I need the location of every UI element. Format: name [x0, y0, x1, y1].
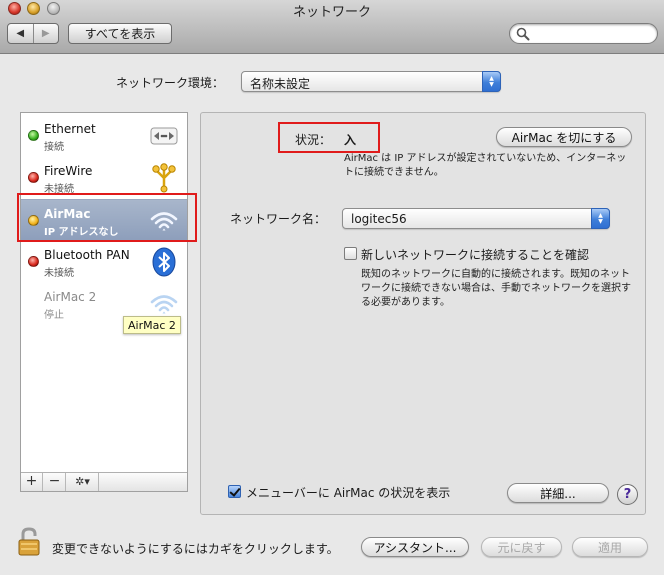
service-name: Bluetooth PAN: [44, 248, 130, 262]
firewire-icon: [152, 163, 176, 193]
airmac-highlight-box: [17, 193, 197, 242]
location-label: ネットワーク環境：: [116, 76, 225, 90]
forward-button[interactable]: ▶: [32, 24, 59, 43]
popup-arrows-icon: ▲ ▼: [591, 208, 610, 229]
status-dot-red-icon: [28, 172, 39, 183]
network-preferences-window: ネットワーク ◀ ▶ すべてを表示 ネットワーク環境： 名称未設定 ▲ ▼ Eth…: [0, 0, 664, 575]
revert-button[interactable]: 元に戻す: [481, 537, 562, 557]
network-name-popup[interactable]: logitec56 ▲ ▼: [342, 208, 610, 229]
lock-icon[interactable]: [17, 527, 41, 557]
service-name: FireWire: [44, 164, 93, 178]
search-input[interactable]: [509, 23, 658, 44]
show-all-button[interactable]: すべてを表示: [68, 23, 172, 44]
back-button[interactable]: ◀: [8, 24, 33, 43]
tooltip: AirMac 2: [123, 316, 181, 334]
back-forward-control: ◀ ▶: [7, 23, 59, 44]
service-list-controls: + − ✲▾: [21, 472, 187, 491]
status-description: AirMac は IP アドレスが設定されていないため、インターネットに接続でき…: [344, 153, 627, 178]
service-status: 未接続: [44, 268, 74, 279]
popup-arrows-icon: ▲ ▼: [482, 71, 501, 92]
service-status: 接続: [44, 142, 64, 153]
network-name-label: ネットワーク名：: [230, 212, 327, 226]
help-button[interactable]: ?: [617, 484, 638, 505]
service-status: 停止: [44, 310, 64, 321]
status-value: 入: [344, 133, 357, 147]
ethernet-arrows-icon: [150, 127, 178, 145]
location-popup[interactable]: 名称未設定 ▲ ▼: [241, 71, 501, 92]
title-bar: ネットワーク ◀ ▶ すべてを表示: [0, 0, 664, 54]
service-name: Ethernet: [44, 122, 96, 136]
action-menu-button[interactable]: ✲▾: [67, 473, 99, 491]
bluetooth-icon: [152, 247, 176, 277]
service-item-bluetooth-pan[interactable]: Bluetooth PAN 未接続: [21, 241, 187, 283]
advanced-button[interactable]: 詳細...: [507, 483, 609, 503]
show-in-menubar-label: メニューバーに AirMac の状況を表示: [246, 486, 451, 500]
service-list: Ethernet 接続 FireWire 未接続 AirMac IP アドレスな…: [20, 112, 188, 492]
show-in-menubar-checkbox[interactable]: [228, 485, 241, 498]
status-dot-red-icon: [28, 256, 39, 267]
status-label: 状況：: [295, 133, 332, 147]
remove-service-button[interactable]: −: [44, 473, 66, 491]
wifi-icon: [150, 295, 178, 314]
add-service-button[interactable]: +: [21, 473, 43, 491]
lock-instruction-text: 変更できないようにするにはカギをクリックします。: [52, 542, 339, 556]
airmac-toggle-button[interactable]: AirMac を切にする: [496, 127, 632, 147]
confirm-join-label: 新しいネットワークに接続することを確認: [361, 248, 590, 262]
confirm-join-description: 既知のネットワークに自動的に接続されます。既知のネットワークに接続できない場合は…: [361, 269, 631, 308]
search-icon: [516, 27, 530, 41]
service-item-ethernet[interactable]: Ethernet 接続: [21, 115, 187, 157]
assistant-button[interactable]: アシスタント...: [361, 537, 469, 557]
window-title: ネットワーク: [292, 5, 371, 20]
confirm-join-checkbox[interactable]: [344, 247, 357, 260]
apply-button[interactable]: 適用: [572, 537, 648, 557]
location-value: 名称未設定: [250, 77, 311, 91]
status-dot-green-icon: [28, 130, 39, 141]
network-name-value: logitec56: [351, 212, 407, 226]
service-name: AirMac 2: [44, 290, 97, 304]
